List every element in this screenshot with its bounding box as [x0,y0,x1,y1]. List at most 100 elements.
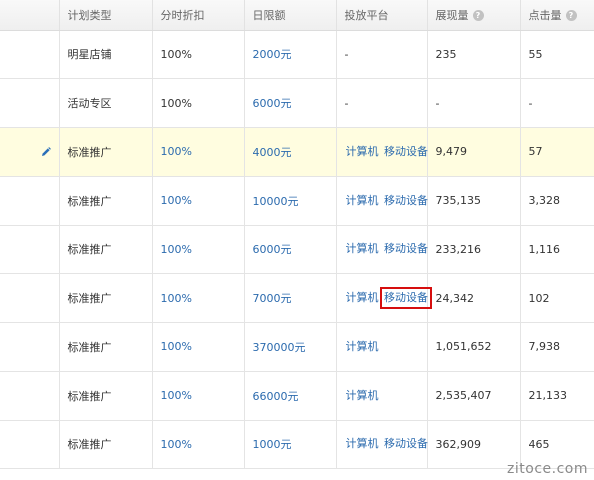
cell-discount[interactable]: 100% [151,420,244,470]
table-row: 标准推广 100% 370000元 计算机 1,051,652 7,938 [0,322,594,372]
cell-budget[interactable]: 1000元 [243,420,336,470]
campaign-table-container: 计划类型 分时折扣 日限额 投放平台 展现量? 点击量? 明星店铺 100% 200… [0,0,594,480]
table-row: 明星店铺 100% 2000元 - 235 55 [0,30,594,80]
cell-clicks: 7,938 [519,322,594,372]
cell-impressions: 2,535,407 [426,371,520,421]
cell-clicks: - [519,78,594,128]
header-clicks-label: 点击量 [528,8,562,22]
header-discount: 分时折扣 [151,0,244,31]
header-clicks: 点击量? [519,0,594,31]
row-action-cell [0,30,59,80]
platform-pc[interactable]: 计算机 [345,193,380,209]
cell-type: 标准推广 [58,371,152,421]
table-row: 标准推广 100% 10000元 计算机 移动设备 735,135 3,328 [0,176,594,226]
question-circle-icon[interactable]: ? [565,10,577,22]
platform-pc[interactable]: 计算机 [345,144,380,160]
cell-clicks: 102 [519,273,594,323]
cell-type: 标准推广 [58,420,152,470]
cell-discount[interactable]: 100% [151,273,244,323]
table-header-row: 计划类型 分时折扣 日限额 投放平台 展现量? 点击量? [0,0,594,31]
cell-impressions: 735,135 [426,176,520,226]
cell-discount[interactable]: 100% [151,225,244,275]
cell-clicks: 55 [519,30,594,80]
cell-budget[interactable]: 4000元 [243,127,336,177]
cell-type: 标准推广 [58,127,152,177]
cell-type: 标准推广 [58,273,152,323]
cell-budget[interactable]: 10000元 [243,176,336,226]
row-action-cell [0,420,59,470]
cell-discount: 100% [151,78,244,128]
cell-clicks: 21,133 [519,371,594,421]
cell-budget[interactable]: 2000元 [243,30,336,80]
row-action-cell [0,176,59,226]
cell-impressions: - [426,78,520,128]
table-row: 活动专区 100% 6000元 - - - [0,78,594,128]
platform-pc[interactable]: 计算机 [345,290,380,306]
platform-mobile[interactable]: 移动设备 [383,436,429,452]
cell-platform: 计算机 移动设备 [335,127,429,177]
cell-clicks: 57 [519,127,594,177]
header-platform: 投放平台 [335,0,427,31]
header-budget: 日限额 [243,0,336,31]
cell-budget[interactable]: 66000元 [243,371,336,421]
cell-budget[interactable]: 7000元 [243,273,336,323]
cell-discount[interactable]: 100% [151,176,244,226]
cell-platform: 计算机 移动设备 [335,176,429,226]
table-row: 标准推广 100% 66000元 计算机 2,535,407 21,133 [0,371,594,421]
platform-pc: - [344,47,349,61]
cell-type: 明星店铺 [58,30,152,80]
cell-impressions: 24,342 [426,273,520,323]
platform-mobile[interactable]: 移动设备 [383,144,429,160]
cell-type: 标准推广 [58,225,152,275]
platform-pc[interactable]: 计算机 [345,436,380,452]
platform-pc: - [344,96,349,110]
cell-platform: - [335,30,427,80]
platform-pc[interactable]: 计算机 [345,388,380,404]
row-action-cell [0,78,59,128]
cell-platform: 计算机 [335,371,427,421]
header-action [0,0,59,31]
cell-impressions: 235 [426,30,520,80]
cell-impressions: 1,051,652 [426,322,520,372]
cell-platform: 计算机 [335,322,427,372]
platform-mobile[interactable]: 移动设备 [383,193,429,209]
cell-type: 活动专区 [58,78,152,128]
cell-budget[interactable]: 6000元 [243,225,336,275]
header-type: 计划类型 [58,0,152,31]
table-row: 标准推广 100% 6000元 计算机 移动设备 233,216 1,116 [0,225,594,275]
row-action-cell [0,371,59,421]
pencil-icon[interactable] [41,147,51,157]
watermark: zitoce.com [507,461,588,477]
platform-mobile[interactable]: 移动设备 [380,287,432,310]
cell-type: 标准推广 [58,322,152,372]
cell-clicks: 1,116 [519,225,594,275]
row-action-cell [0,127,59,177]
cell-budget[interactable]: 6000元 [243,78,336,128]
campaign-table: 计划类型 分时折扣 日限额 投放平台 展现量? 点击量? 明星店铺 100% 200… [0,0,594,470]
question-circle-icon[interactable]: ? [472,10,484,22]
platform-pc[interactable]: 计算机 [345,339,380,355]
cell-platform: 计算机 移动设备 [335,225,429,275]
platform-pc[interactable]: 计算机 [345,241,380,257]
cell-impressions: 233,216 [426,225,520,275]
table-row: 标准推广 100% 7000元 计算机 移动设备 24,342 102 [0,273,594,323]
row-action-cell [0,273,59,323]
cell-platform: 计算机 移动设备 [335,420,429,470]
row-action-cell [0,322,59,372]
platform-mobile[interactable]: 移动设备 [383,241,429,257]
cell-clicks: 3,328 [519,176,594,226]
cell-discount[interactable]: 100% [151,371,244,421]
cell-type: 标准推广 [58,176,152,226]
cell-platform: - [335,78,427,128]
cell-budget[interactable]: 370000元 [243,322,336,372]
cell-discount[interactable]: 100% [151,322,244,372]
cell-discount: 100% [151,30,244,80]
table-row: 标准推广 100% 4000元 计算机 移动设备 9,479 57 [0,127,594,177]
row-action-cell [0,225,59,275]
cell-platform: 计算机 移动设备 [335,273,432,323]
header-impressions-label: 展现量 [435,8,469,22]
header-impressions: 展现量? [426,0,520,31]
table-row: 标准推广 100% 1000元 计算机 移动设备 362,909 465 [0,420,594,470]
cell-discount[interactable]: 100% [151,127,244,177]
cell-impressions: 9,479 [426,127,520,177]
